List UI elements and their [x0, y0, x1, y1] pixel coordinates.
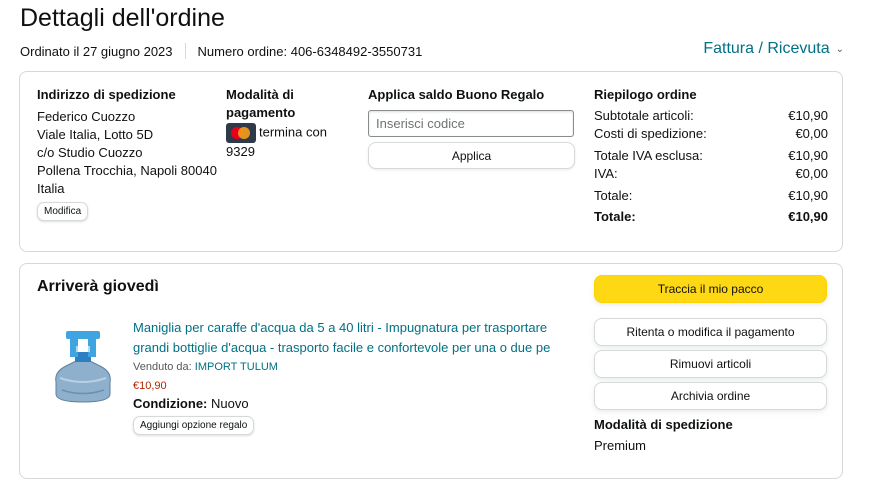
summary-label: Totale: — [594, 188, 633, 203]
page-title: Dettagli dell'ordine — [20, 4, 225, 32]
gift-code-input[interactable] — [368, 110, 574, 137]
chevron-down-icon[interactable]: ⌄ — [836, 44, 844, 55]
summary-row: Costi di spedizione: €0,00 — [594, 125, 828, 143]
card-last-digits: 9329 — [226, 144, 255, 159]
summary-label: Costi di spedizione: — [594, 126, 707, 141]
address-line: c/o Studio Cuozzo — [37, 145, 143, 160]
track-package-button[interactable]: Traccia il mio pacco — [594, 275, 827, 303]
summary-label: Totale IVA esclusa: — [594, 148, 703, 163]
summary-row: IVA: €0,00 — [594, 165, 828, 183]
summary-value: €0,00 — [795, 166, 828, 181]
remove-items-button[interactable]: Rimuovi articoli — [594, 350, 827, 378]
invoice-dropdown-link[interactable]: Fattura / Ricevuta ⌄ — [703, 40, 844, 58]
address-line: Pollena Trocchia, Napoli 80040 — [37, 163, 217, 178]
sold-by: Venduto da: IMPORT TULUM — [133, 359, 573, 375]
summary-row: Totale: €10,90 — [594, 187, 828, 205]
gift-card-heading: Applica saldo Buono Regalo — [368, 87, 545, 102]
grand-total-label: Totale: — [594, 209, 636, 224]
order-summary: Riepilogo ordine Subtotale articoli: €10… — [594, 86, 828, 226]
product-info: Maniglia per caraffe d'acqua da 5 a 40 l… — [133, 318, 573, 435]
payment-section: Modalità di pagamento termina con 9329 — [226, 86, 344, 161]
product-price: €10,90 — [133, 380, 167, 392]
shipping-address-lines: Federico Cuozzo Viale Italia, Lotto 5D c… — [37, 108, 222, 198]
summary-value: €0,00 — [795, 126, 828, 141]
product-condition: Condizione: Nuovo — [133, 395, 573, 413]
summary-value: €10,90 — [788, 108, 828, 123]
edit-address-button[interactable]: Modifica — [37, 202, 89, 221]
summary-label: Subtotale articoli: — [594, 108, 694, 123]
order-info-box: Indirizzo di spedizione Federico Cuozzo … — [19, 71, 843, 252]
summary-row: Subtotale articoli: €10,90 — [594, 107, 828, 125]
product-image[interactable] — [46, 326, 120, 404]
shipping-address-section: Indirizzo di spedizione Federico Cuozzo … — [37, 86, 222, 221]
mastercard-icon — [226, 123, 256, 143]
shipment-box: Arriverà giovedì Maniglia per caraffe d'… — [19, 263, 843, 479]
order-date: Ordinato il 27 giugno 2023 — [20, 43, 173, 59]
invoice-link-label[interactable]: Fattura / Ricevuta — [703, 40, 829, 58]
meta-divider — [184, 43, 186, 59]
grand-total-value: €10,90 — [788, 209, 828, 224]
payment-heading-line2: pagamento — [226, 105, 296, 120]
address-line: Federico Cuozzo — [37, 109, 136, 124]
payment-heading-line1: Modalità di — [226, 87, 294, 102]
retry-payment-button[interactable]: Ritenta o modifica il pagamento — [594, 318, 827, 346]
card-ending-text: termina con — [259, 124, 327, 140]
order-number: Numero ordine: 406-6348492-3550731 — [197, 43, 423, 59]
summary-value: €10,90 — [788, 188, 828, 203]
archive-order-button[interactable]: Archivia ordine — [594, 382, 827, 410]
gift-card-section: Applica saldo Buono Regalo — [368, 86, 544, 104]
shipping-address-heading: Indirizzo di spedizione — [37, 87, 176, 102]
sold-by-label: Venduto da: — [133, 361, 192, 373]
product-title-link[interactable]: Maniglia per caraffe d'acqua da 5 a 40 l… — [133, 318, 573, 358]
seller-link[interactable]: IMPORT TULUM — [195, 361, 278, 373]
summary-heading: Riepilogo ordine — [594, 87, 697, 102]
add-gift-option-button[interactable]: Aggiungi opzione regalo — [133, 416, 255, 435]
summary-value: €10,90 — [788, 148, 828, 163]
address-line: Italia — [37, 181, 65, 196]
address-line: Viale Italia, Lotto 5D — [37, 127, 154, 142]
summary-row: Totale IVA esclusa: €10,90 — [594, 147, 828, 165]
arrival-heading: Arriverà giovedì — [37, 278, 159, 295]
summary-label: IVA: — [594, 166, 618, 181]
apply-gift-code-button[interactable]: Applica — [368, 142, 575, 169]
condition-value: Nuovo — [211, 396, 249, 411]
order-meta: Ordinato il 27 giugno 2023 Numero ordine… — [20, 43, 422, 59]
shipping-method-value: Premium — [594, 438, 647, 453]
condition-label: Condizione: — [133, 396, 208, 411]
shipping-method-heading: Modalità di spedizione — [594, 417, 733, 432]
summary-grand-total: Totale: €10,90 — [594, 208, 828, 226]
